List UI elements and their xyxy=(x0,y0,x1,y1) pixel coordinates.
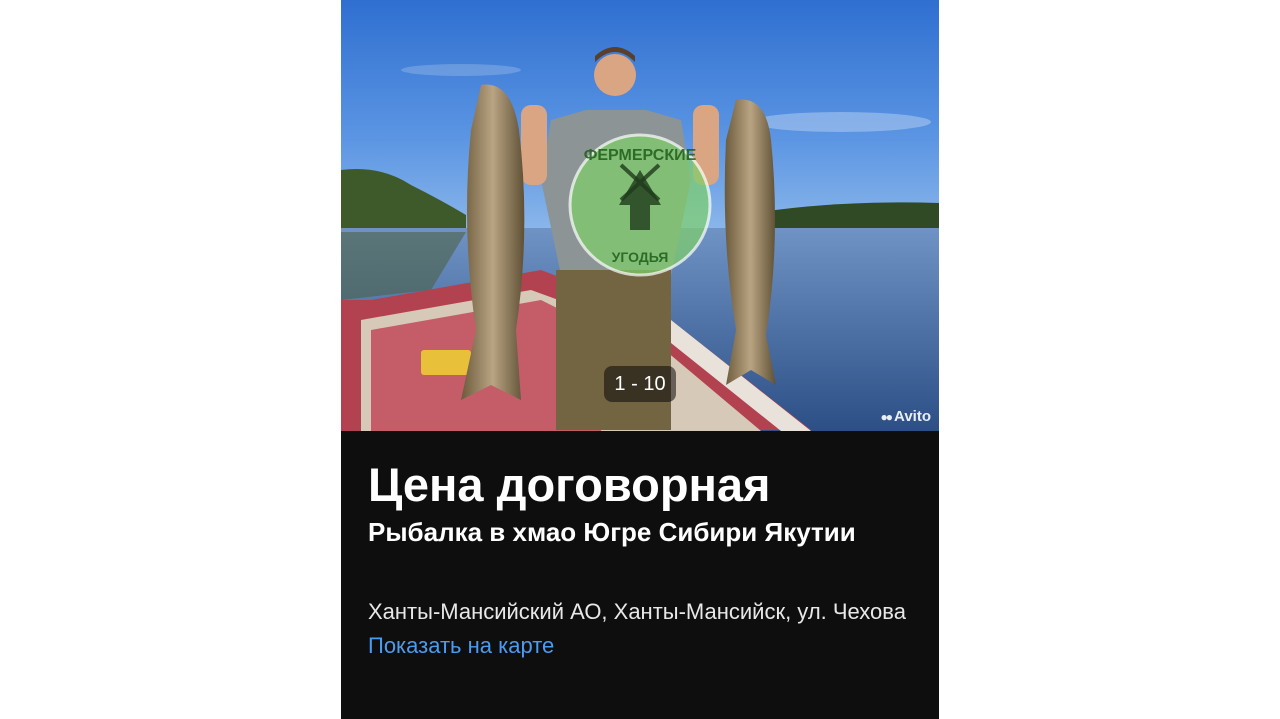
photo-counter-badge: 1 - 10 xyxy=(604,366,676,402)
listing-info: Цена договорная Рыбалка в хмао Югре Сиби… xyxy=(368,455,919,661)
avito-watermark-text: Avito xyxy=(894,408,931,425)
stamp-text-top: ФЕРМЕРСКИЕ xyxy=(584,147,697,164)
listing-price: Цена договорная xyxy=(368,458,771,511)
listing-title: Рыбалка в хмао Югре Сибири Якутии xyxy=(368,517,856,547)
listing-photo[interactable]: ФЕРМЕРСКИЕ УГОДЬЯ 1 - 10 ●● Avito xyxy=(341,0,939,431)
avito-watermark: ●● Avito xyxy=(881,408,931,425)
show-on-map-link[interactable]: Показать на карте xyxy=(368,631,554,661)
stamp-text-bottom: УГОДЬЯ xyxy=(612,249,669,265)
avito-logo-icon: ●● xyxy=(880,409,893,424)
listing-card: ФЕРМЕРСКИЕ УГОДЬЯ 1 - 10 ●● Avito Цена д… xyxy=(341,0,939,719)
listing-address: Ханты-Мансийский АО, Ханты-Мансийск, ул.… xyxy=(368,599,906,624)
